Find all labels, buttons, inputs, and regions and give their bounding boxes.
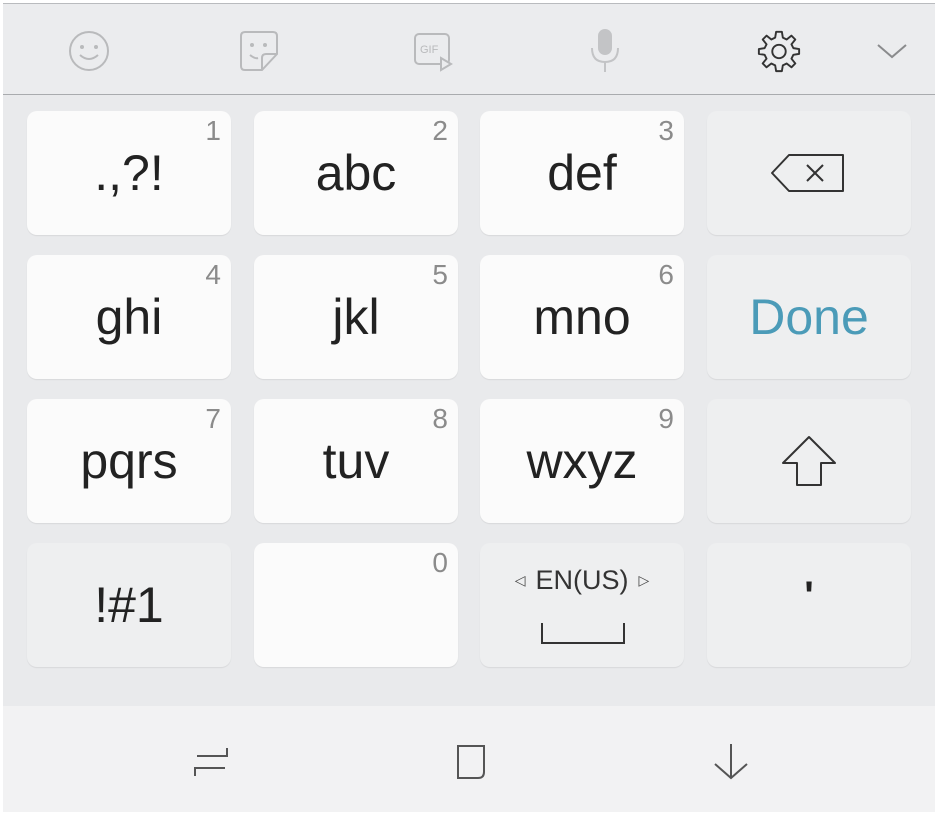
emoji-icon[interactable] xyxy=(66,28,112,74)
key-label: wxyz xyxy=(526,433,638,489)
keyboard-frame: GIF .,?! 1 abc 2 def 3 ghi 4 jkl 5 mno 6… xyxy=(3,3,935,812)
key-label: tuv xyxy=(322,433,390,489)
key-number: 9 xyxy=(658,403,674,434)
key-number: 0 xyxy=(432,547,448,578)
key-label: pqrs xyxy=(80,433,178,489)
keyboard-toolbar: GIF xyxy=(3,3,935,95)
key-9[interactable]: wxyz 9 xyxy=(480,399,684,523)
symbols-button[interactable]: !#1 xyxy=(27,543,231,667)
space-language-button[interactable]: ◁ EN(US) ▷ xyxy=(480,543,684,667)
key-number: 2 xyxy=(432,115,448,146)
done-label: Done xyxy=(749,289,869,345)
gif-text: GIF xyxy=(420,44,439,56)
key-label: def xyxy=(547,145,617,201)
recent-apps-icon[interactable] xyxy=(189,740,233,784)
sticker-icon[interactable] xyxy=(236,28,282,74)
backspace-icon xyxy=(771,154,844,192)
language-label: EN(US) xyxy=(535,565,629,595)
key-5[interactable]: jkl 5 xyxy=(254,255,458,379)
key-number: 4 xyxy=(205,259,221,290)
key-label: jkl xyxy=(332,289,380,345)
shift-button[interactable] xyxy=(707,399,911,523)
backspace-button[interactable] xyxy=(707,111,911,235)
apostrophe-label: ' xyxy=(804,573,814,618)
back-down-arrow-icon[interactable] xyxy=(709,740,753,784)
key-0[interactable]: 0 xyxy=(254,543,458,667)
settings-gear-icon[interactable] xyxy=(756,28,802,74)
collapse-chevron-icon[interactable] xyxy=(869,28,915,74)
key-3[interactable]: def 3 xyxy=(480,111,684,235)
key-label: ghi xyxy=(95,289,163,345)
key-number: 6 xyxy=(658,259,674,290)
key-label: mno xyxy=(533,289,631,345)
key-6[interactable]: mno 6 xyxy=(480,255,684,379)
key-number: 5 xyxy=(432,259,448,290)
apostrophe-button[interactable]: ' xyxy=(707,543,911,667)
key-label: .,?! xyxy=(94,145,164,201)
language-right-arrow-icon: ▷ xyxy=(638,572,650,588)
symbols-label: !#1 xyxy=(94,577,164,633)
language-switch-row: ◁ EN(US) ▷ xyxy=(480,565,684,596)
microphone-icon[interactable] xyxy=(582,28,628,74)
key-8[interactable]: tuv 8 xyxy=(254,399,458,523)
language-left-arrow-icon: ◁ xyxy=(514,572,526,588)
key-number: 3 xyxy=(658,115,674,146)
key-number: 8 xyxy=(432,403,448,434)
keypad: .,?! 1 abc 2 def 3 ghi 4 jkl 5 mno 6 Don… xyxy=(3,96,935,706)
home-icon[interactable] xyxy=(448,740,492,784)
key-label: abc xyxy=(315,145,397,201)
gif-icon[interactable]: GIF xyxy=(411,28,457,74)
key-number: 1 xyxy=(205,115,221,146)
key-7[interactable]: pqrs 7 xyxy=(27,399,231,523)
navigation-bar xyxy=(3,706,935,812)
key-4[interactable]: ghi 4 xyxy=(27,255,231,379)
key-1[interactable]: .,?! 1 xyxy=(27,111,231,235)
shift-arrow-icon xyxy=(782,436,836,486)
done-button[interactable]: Done xyxy=(707,255,911,379)
space-bar-icon xyxy=(541,623,625,644)
key-number: 7 xyxy=(205,403,221,434)
key-2[interactable]: abc 2 xyxy=(254,111,458,235)
